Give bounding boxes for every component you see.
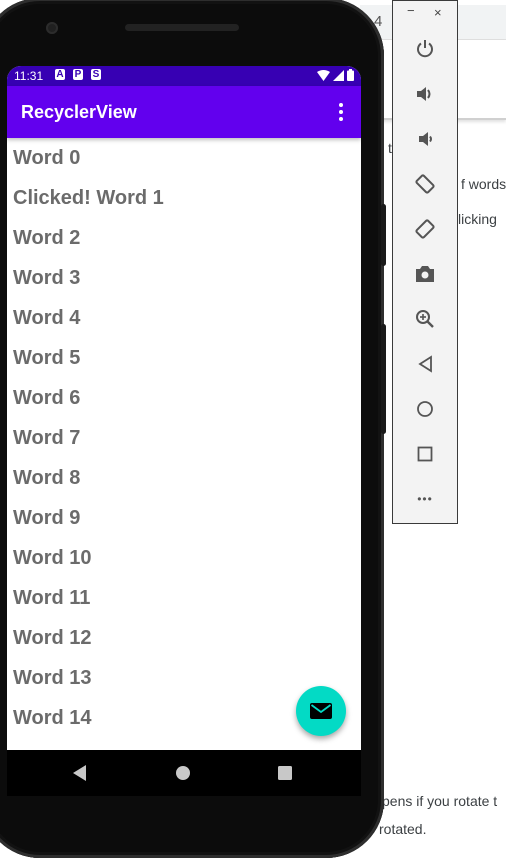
earpiece-speaker [125, 24, 239, 31]
overflow-menu-dot [339, 110, 343, 114]
overflow-menu-icon [339, 103, 343, 107]
background-text-bottom2: rotated. [379, 821, 427, 837]
camera-icon [416, 266, 434, 282]
front-camera [46, 22, 58, 34]
mail-icon [310, 703, 332, 719]
volume-down-icon [419, 132, 432, 146]
home-icon [176, 766, 190, 780]
background-text-bottom1: pens if you rotate t [382, 793, 498, 809]
overflow-menu-button[interactable] [331, 98, 351, 126]
rotate-left-icon [415, 174, 435, 194]
zoom-icon [416, 310, 434, 328]
nav-recents-button[interactable] [275, 764, 295, 782]
emulator-toolbar: − × ••• [392, 0, 458, 524]
back-icon [73, 765, 86, 781]
list-item-word-9[interactable]: Word 9 [7, 498, 361, 538]
list-item-word-4[interactable]: Word 4 [7, 298, 361, 338]
android-nav-bar [7, 750, 361, 796]
notification-p-icon: P [73, 69, 83, 80]
emulator-zoom-button[interactable] [413, 307, 437, 331]
home-icon [417, 401, 433, 417]
word-recycler-list[interactable]: Word 0 Clicked! Word 1 Word 2 Word 3 Wor… [7, 138, 361, 750]
list-item-word-7[interactable]: Word 7 [7, 418, 361, 458]
list-item-word-6[interactable]: Word 6 [7, 378, 361, 418]
emulator-toolbar-header: − × [393, 1, 457, 25]
volume-up-icon [417, 87, 431, 101]
list-item-word-1[interactable]: Clicked! Word 1 [7, 178, 361, 218]
list-item-word-0[interactable]: Word 0 [7, 138, 361, 178]
emulator-rotate-left-button[interactable] [413, 172, 437, 196]
emulator-power-button[interactable] [413, 37, 437, 61]
emulator-rotate-right-button[interactable] [413, 217, 437, 241]
list-item-word-3[interactable]: Word 3 [7, 258, 361, 298]
list-item-word-5[interactable]: Word 5 [7, 338, 361, 378]
app-bar: RecyclerView [7, 86, 361, 138]
list-item-word-8[interactable]: Word 8 [7, 458, 361, 498]
status-notification-icons: A P S [55, 69, 101, 80]
back-icon [418, 355, 432, 373]
list-item-word-11[interactable]: Word 11 [7, 578, 361, 618]
notification-a-icon: A [55, 69, 65, 80]
background-text-line3-right: licking [458, 211, 497, 227]
emulator-more-button[interactable]: ••• [413, 487, 437, 511]
background-text-line2-right: f words [461, 176, 506, 192]
list-item-word-2[interactable]: Word 2 [7, 218, 361, 258]
power-icon [417, 40, 433, 58]
nav-home-button[interactable] [173, 764, 193, 782]
emulator-overview-button[interactable] [413, 442, 437, 466]
wifi-icon [317, 69, 330, 81]
app-bar-title: RecyclerView [21, 102, 137, 122]
overview-icon [417, 446, 433, 462]
volume-side-button [381, 324, 386, 434]
emulator-volume-up-button[interactable] [413, 82, 437, 106]
emulator-close-button[interactable]: × [434, 5, 442, 20]
list-item-word-10[interactable]: Word 10 [7, 538, 361, 578]
emulator-screenshot-button[interactable] [413, 262, 437, 286]
cellular-signal-icon [333, 69, 344, 81]
nav-back-button[interactable] [70, 764, 90, 782]
device-screen: 11:31 A P S RecyclerView Word 0 Clicked!… [7, 66, 361, 750]
battery-icon [347, 69, 354, 81]
emulator-minimize-button[interactable]: − [407, 3, 415, 18]
status-time: 11:31 [14, 69, 44, 83]
recents-icon [278, 766, 292, 780]
power-side-button [381, 204, 386, 266]
status-bar: 11:31 A P S [7, 66, 361, 86]
overflow-menu-dot [339, 117, 343, 121]
status-system-icons [317, 69, 354, 81]
notification-sd-icon: S [91, 69, 101, 80]
fab-mail-button[interactable] [296, 686, 346, 736]
emulator-back-button[interactable] [413, 352, 437, 376]
emulator-volume-down-button[interactable] [413, 127, 437, 151]
emulator-home-button[interactable] [413, 397, 437, 421]
list-item-word-12[interactable]: Word 12 [7, 618, 361, 658]
rotate-right-icon [415, 219, 435, 239]
